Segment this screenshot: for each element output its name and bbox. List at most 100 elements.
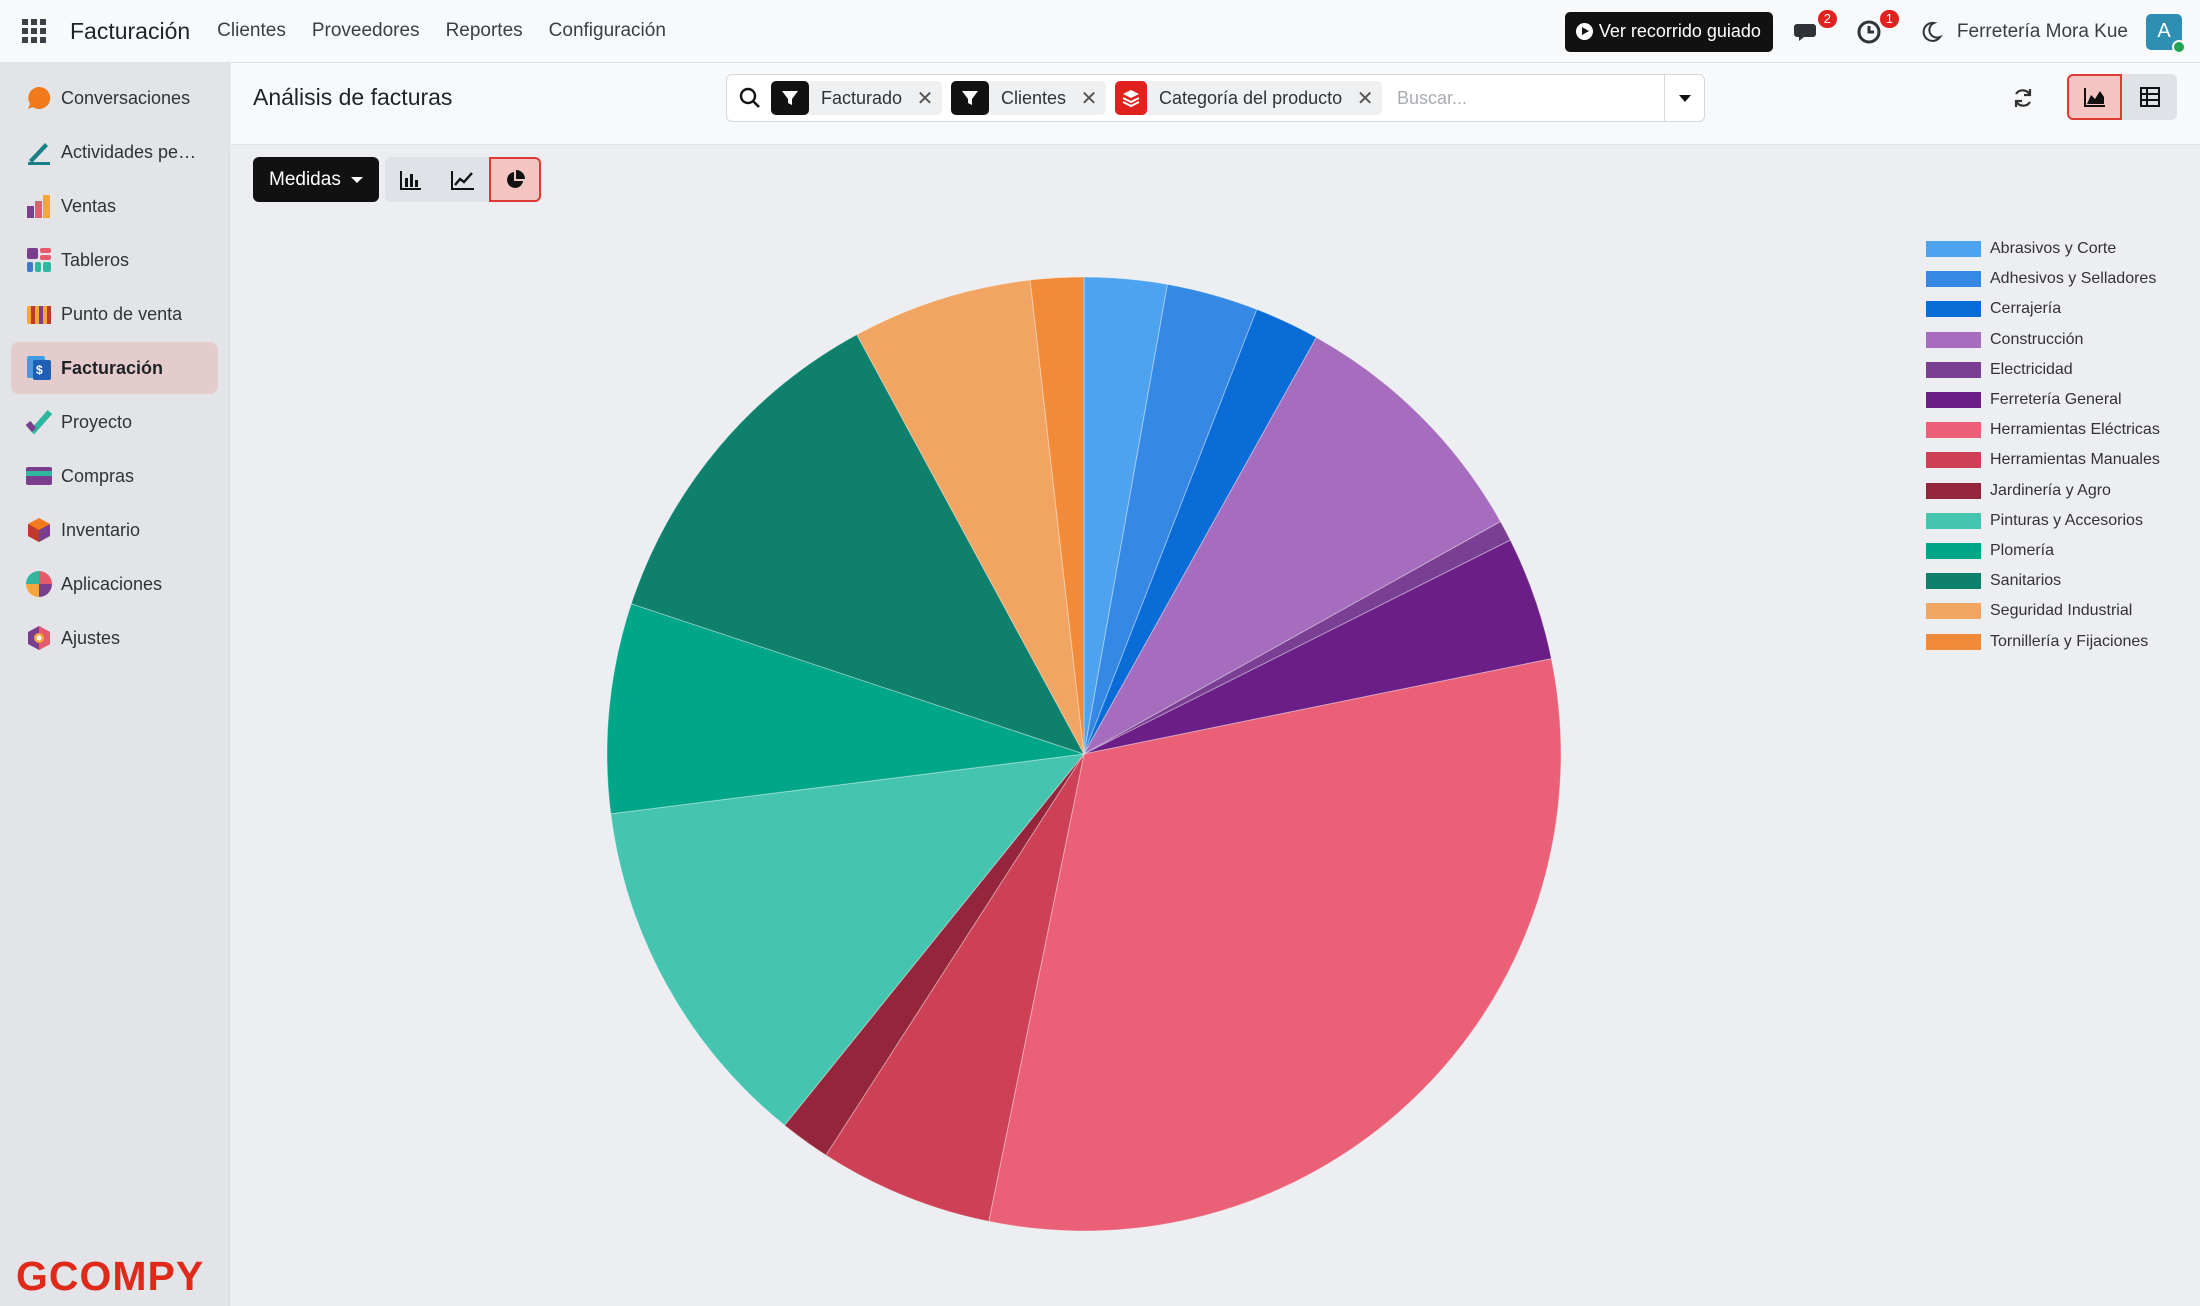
user-avatar[interactable]: A — [2146, 13, 2186, 54]
chart-type-switcher — [384, 157, 541, 202]
pie-chart — [606, 276, 1562, 1232]
sidebar-item-label: Conversaciones — [61, 87, 191, 108]
legend-label: Electricidad — [1990, 360, 2073, 378]
top-menu: Clientes Proveedores Reportes Configurac… — [204, 20, 679, 42]
legend-item[interactable]: Herramientas Manuales — [1926, 445, 2160, 475]
pie-chart-icon — [506, 169, 525, 188]
legend-label: Pinturas y Accesorios — [1990, 511, 2143, 529]
legend-swatch — [1926, 573, 1981, 590]
search-options-toggle[interactable] — [1664, 75, 1704, 121]
refresh-icon[interactable] — [2012, 87, 2034, 109]
facet-label: Categoría del producto — [1159, 87, 1343, 108]
guided-tour-label: Ver recorrido guiado — [1598, 21, 1761, 41]
menu-clientes[interactable]: Clientes — [204, 20, 299, 42]
legend-item[interactable]: Cerrajería — [1926, 294, 2061, 324]
legend-item[interactable]: Construcción — [1926, 325, 2083, 355]
activities-button[interactable]: 1 — [1855, 9, 1899, 46]
app-grid-icon[interactable] — [22, 19, 46, 43]
legend-item[interactable]: Herramientas Eléctricas — [1926, 415, 2160, 445]
legend-swatch — [1926, 543, 1981, 559]
sidebar-item-label: Ajustes — [61, 627, 121, 648]
sidebar-item-label: Inventario — [61, 519, 141, 540]
search-icon[interactable] — [739, 87, 761, 109]
filter-icon — [771, 81, 809, 115]
legend-swatch — [1926, 361, 1981, 378]
measures-dropdown[interactable]: Medidas — [253, 157, 379, 202]
pie-chart-button[interactable] — [488, 157, 541, 202]
guided-tour-button[interactable]: Ver recorrido guiado — [1564, 11, 1773, 52]
legend-item[interactable]: Plomería — [1926, 536, 2054, 566]
sidebar-item-conversaciones[interactable]: Conversaciones — [11, 72, 218, 124]
sidebar-item-ajustes[interactable]: Ajustes — [11, 612, 218, 664]
facet-label: Facturado — [821, 87, 903, 108]
top-navbar: Facturación Clientes Proveedores Reporte… — [0, 0, 2200, 63]
sales-bars-icon — [27, 195, 50, 218]
clock-icon — [1857, 20, 1881, 43]
legend-item[interactable]: Adhesivos y Selladores — [1926, 264, 2156, 294]
legend-label: Herramientas Manuales — [1990, 451, 2160, 469]
menu-reportes[interactable]: Reportes — [433, 20, 536, 42]
legend-item[interactable]: Seguridad Industrial — [1926, 596, 2132, 626]
sidebar-item-label: Ventas — [61, 195, 117, 216]
sidebar-item-ventas[interactable]: Ventas — [11, 180, 218, 232]
bar-chart-button[interactable] — [384, 157, 437, 202]
search-bar[interactable]: Facturado ✕ Clientes ✕ Categoría del pro… — [726, 74, 1705, 122]
legend-label: Cerrajería — [1990, 300, 2062, 318]
legend-swatch — [1926, 603, 1981, 620]
remove-facet-icon[interactable]: ✕ — [1354, 86, 1376, 111]
legend-swatch — [1926, 422, 1981, 439]
view-switcher — [2067, 74, 2177, 120]
legend-label: Plomería — [1990, 542, 2055, 559]
legend-label: Herramientas Eléctricas — [1990, 421, 2160, 439]
sidebar-item-label: Compras — [61, 465, 135, 486]
facet-label: Clientes — [1001, 87, 1067, 108]
remove-facet-icon[interactable]: ✕ — [914, 86, 936, 111]
legend-item[interactable]: Electricidad — [1926, 355, 2073, 385]
legend-label: Jardinería y Agro — [1990, 481, 2111, 499]
table-icon — [2139, 87, 2160, 107]
legend-swatch — [1926, 512, 1981, 529]
app-name[interactable]: Facturación — [70, 18, 190, 45]
dark-mode-icon[interactable] — [1919, 20, 1943, 44]
legend-item[interactable]: Abrasivos y Corte — [1926, 234, 2116, 264]
sidebar-item-inventario[interactable]: Inventario — [11, 504, 218, 556]
sidebar-item-label: Punto de venta — [61, 303, 183, 324]
sidebar-item-facturacion[interactable]: $ Facturación — [11, 342, 218, 394]
sidebar-item-actividades[interactable]: Actividades pe… — [11, 126, 218, 178]
pivot-view-button[interactable] — [2122, 74, 2177, 120]
legend-swatch — [1926, 241, 1981, 257]
sidebar-item-punto-de-venta[interactable]: Punto de venta — [11, 288, 218, 340]
bar-chart-icon — [399, 170, 421, 190]
legend-item[interactable]: Ferretería General — [1926, 385, 2122, 415]
filter-facet-clientes: Clientes ✕ — [951, 81, 1107, 115]
messages-badge: 2 — [1817, 9, 1837, 28]
legend-item[interactable]: Tornillería y Fijaciones — [1926, 627, 2148, 657]
sidebar-item-proyecto[interactable]: Proyecto — [11, 396, 218, 448]
legend-item[interactable]: Jardinería y Agro — [1926, 476, 2111, 506]
legend-label: Adhesivos y Selladores — [1990, 270, 2157, 288]
legend-item[interactable]: Sanitarios — [1926, 566, 2061, 596]
messages-button[interactable]: 2 — [1793, 9, 1837, 46]
box-icon — [28, 518, 50, 542]
sidebar-item-aplicaciones[interactable]: Aplicaciones — [11, 558, 218, 610]
legend-item[interactable]: Pinturas y Accesorios — [1926, 506, 2143, 536]
graph-toolbar: Medidas — [253, 157, 541, 202]
pen-icon — [28, 143, 50, 165]
online-status-icon — [2172, 39, 2186, 54]
menu-proveedores[interactable]: Proveedores — [299, 20, 433, 42]
sidebar-item-compras[interactable]: Compras — [11, 450, 218, 502]
company-name[interactable]: Ferretería Mora Kue — [1957, 21, 2128, 43]
legend-label: Seguridad Industrial — [1990, 602, 2133, 620]
chat-bubble-icon — [28, 86, 51, 109]
remove-facet-icon[interactable]: ✕ — [1078, 86, 1100, 111]
graph-view-button[interactable] — [2067, 74, 2122, 120]
search-input[interactable] — [1397, 83, 1657, 113]
filter-icon — [951, 81, 989, 115]
legend-label: Ferretería General — [1990, 391, 2122, 408]
line-chart-icon — [450, 170, 474, 190]
activities-badge: 1 — [1879, 9, 1899, 28]
line-chart-button[interactable] — [436, 157, 489, 202]
sidebar-item-tableros[interactable]: Tableros — [11, 234, 218, 286]
svg-text:$: $ — [36, 363, 43, 377]
menu-configuracion[interactable]: Configuración — [536, 20, 679, 42]
